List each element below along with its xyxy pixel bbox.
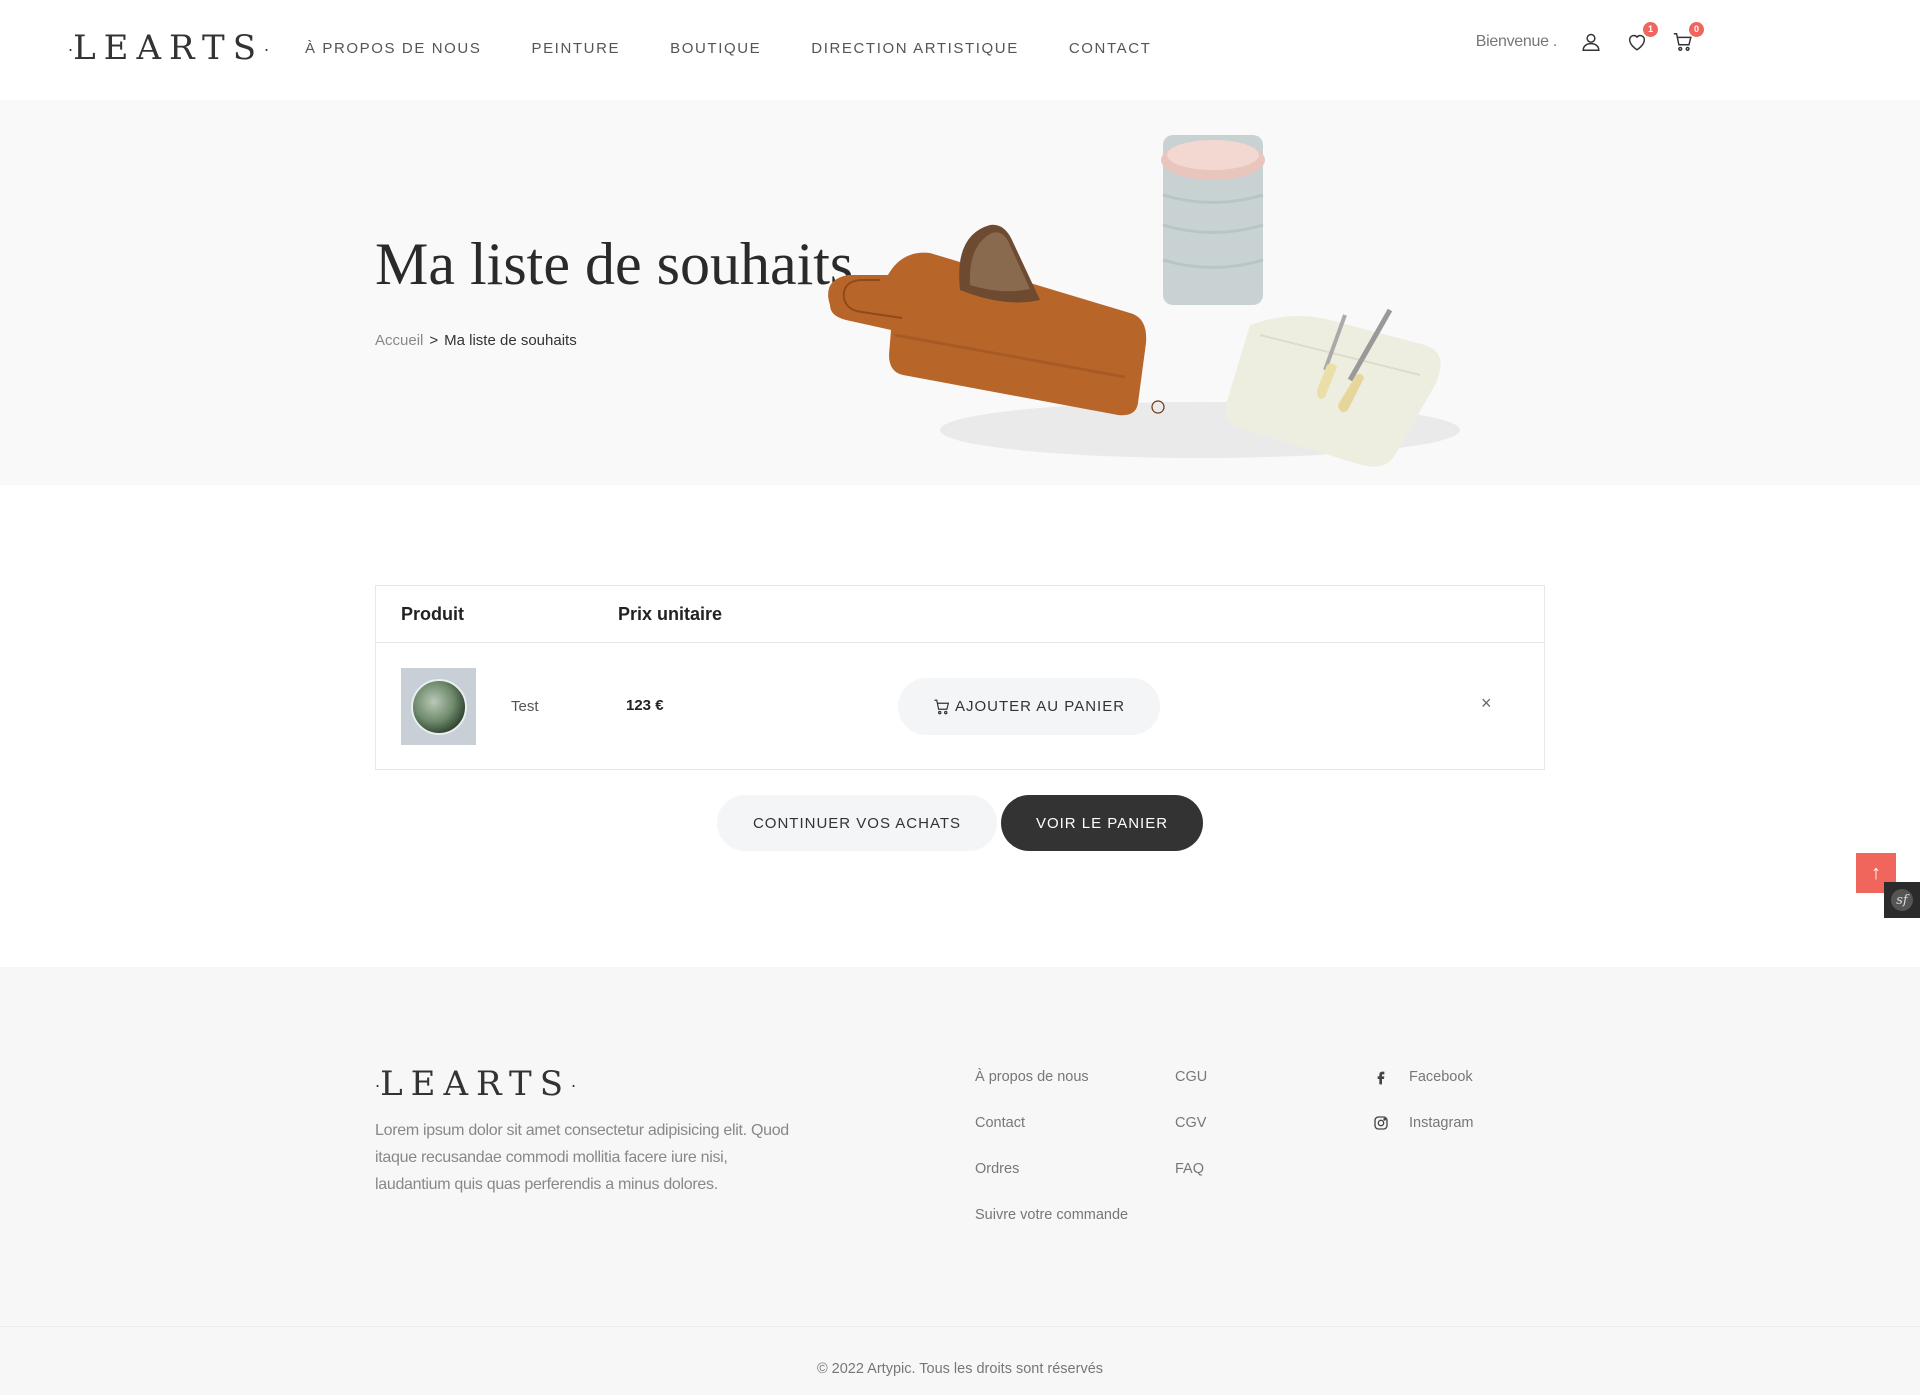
wishlist-count-badge: 1 — [1643, 22, 1658, 37]
footer-bottom-bar: © 2022 Artypic. Tous les droits sont rés… — [0, 1326, 1920, 1395]
nav-shop[interactable]: BOUTIQUE — [670, 40, 761, 57]
greeting-text: Bienvenue . — [1475, 33, 1558, 50]
site-logo[interactable]: ·LEARTS· — [68, 28, 269, 68]
nav-art-direction[interactable]: DIRECTION ARTISTIQUE — [811, 40, 1019, 57]
view-cart-button[interactable]: VOIR LE PANIER — [1001, 795, 1203, 851]
site-footer: ·LEARTS· Lorem ipsum dolor sit amet cons… — [0, 967, 1920, 1395]
table-row: Test 123 € AJOUTER AU PANIER × — [376, 643, 1544, 770]
nav-about[interactable]: À PROPOS DE NOUS — [305, 40, 481, 57]
product-thumbnail[interactable] — [401, 668, 476, 745]
breadcrumb: Accueil > Ma liste de souhaits — [375, 332, 577, 349]
user-icon[interactable] — [1579, 30, 1603, 54]
symfony-toolbar-toggle[interactable]: sf — [1884, 882, 1920, 918]
main-nav: À PROPOS DE NOUS PEINTURE BOUTIQUE DIREC… — [305, 40, 1151, 57]
col-header-product: Produit — [401, 604, 464, 624]
continue-shopping-button[interactable]: CONTINUER VOS ACHATS — [717, 795, 997, 851]
footer-description: Lorem ipsum dolor sit amet consectetur a… — [375, 1122, 789, 1193]
breadcrumb-home[interactable]: Accueil — [375, 332, 423, 349]
product-name[interactable]: Test — [511, 698, 539, 715]
footer-link-contact[interactable]: Contact — [975, 1114, 1128, 1132]
footer-link-track-order[interactable]: Suivre votre commande — [975, 1206, 1128, 1224]
copyright-text: © 2022 Artypic. Tous les droits sont rés… — [816, 1361, 1104, 1377]
facebook-icon — [1377, 1071, 1385, 1085]
cart-icon[interactable]: 0 — [1671, 22, 1704, 54]
cart-count-badge: 0 — [1689, 22, 1704, 37]
footer-link-cgu[interactable]: CGU — [1175, 1068, 1207, 1086]
wishlist-icon[interactable]: 1 — [1625, 22, 1658, 54]
add-to-cart-button[interactable]: AJOUTER AU PANIER — [898, 678, 1160, 735]
footer-links-col-2: CGU CGV FAQ — [1175, 1068, 1207, 1178]
symfony-icon: sf — [1891, 889, 1913, 911]
footer-links-col-1: À propos de nous Contact Ordres Suivre v… — [975, 1068, 1128, 1224]
nav-contact[interactable]: CONTACT — [1069, 40, 1152, 57]
add-to-cart-label: AJOUTER AU PANIER — [954, 698, 1126, 715]
footer-link-orders[interactable]: Ordres — [975, 1160, 1128, 1178]
footer-logo[interactable]: ·LEARTS· — [375, 1064, 576, 1104]
footer-link-cgv[interactable]: CGV — [1175, 1114, 1207, 1132]
page-hero: Ma liste de souhaits Accueil > Ma liste de… — [0, 100, 1920, 485]
cart-icon — [934, 699, 950, 714]
col-header-unit-price: Prix unitaire — [618, 604, 723, 624]
site-header: ·LEARTS· À PROPOS DE NOUS PEINTURE BOUTI… — [0, 0, 1920, 100]
instagram-icon — [1374, 1116, 1388, 1130]
nav-painting[interactable]: PEINTURE — [531, 40, 620, 57]
footer-link-instagram[interactable]: Instagram — [1373, 1114, 1473, 1132]
footer-link-about[interactable]: À propos de nous — [975, 1068, 1128, 1086]
hero-still-life-image — [828, 135, 1460, 467]
breadcrumb-current: Ma liste de souhaits — [444, 332, 577, 349]
wishlist-table: Produit Prix unitaire Test 123 € AJOUTER… — [375, 585, 1545, 770]
wishlist-table-header: Produit Prix unitaire — [376, 586, 1544, 643]
footer-link-faq[interactable]: FAQ — [1175, 1160, 1207, 1178]
footer-link-facebook[interactable]: Facebook — [1373, 1068, 1473, 1086]
header-actions: Bienvenue . 1 0 — [1475, 22, 1704, 54]
footer-social-links: Facebook Instagram — [1373, 1068, 1473, 1132]
arrow-up-icon: ↑ — [1871, 861, 1881, 884]
page-title: Ma liste de souhaits — [375, 231, 854, 297]
product-price: 123 € — [626, 697, 664, 714]
remove-item-icon[interactable]: × — [1481, 693, 1492, 714]
breadcrumb-separator: > — [429, 332, 439, 349]
